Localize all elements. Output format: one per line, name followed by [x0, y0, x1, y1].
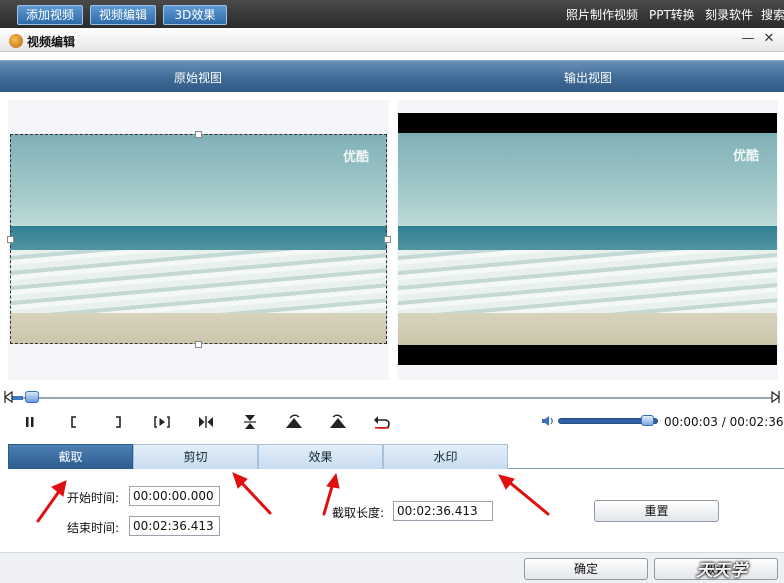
play-segment-button[interactable] — [150, 412, 174, 432]
crop-handle-top[interactable] — [195, 131, 202, 138]
original-video-frame[interactable]: 优酷 — [10, 134, 387, 344]
timeline-start-marker-icon[interactable] — [4, 391, 14, 403]
timeline-track[interactable] — [8, 396, 776, 400]
rotate-right-button[interactable] — [326, 412, 350, 432]
pause-icon — [26, 417, 34, 427]
volume-icon[interactable] — [541, 414, 555, 428]
play-segment-icon — [154, 416, 170, 428]
rotate-right-icon — [330, 414, 346, 428]
rotate-left-icon — [286, 414, 302, 428]
tab-trim[interactable]: 截取 — [8, 444, 133, 469]
undo-icon — [374, 416, 390, 429]
start-time-input[interactable]: 00:00:00.000 — [129, 486, 220, 506]
crop-handle-bottom[interactable] — [195, 341, 202, 348]
crop-handle-right[interactable] — [384, 236, 391, 243]
undo-button[interactable] — [370, 412, 394, 432]
youku-watermark: 优酷 — [733, 149, 760, 164]
output-video-frame: 优酷 — [398, 113, 777, 365]
dialog-title: 视频编辑 — [27, 35, 76, 49]
dialog-footer: 确定 取消 天天学 — [0, 552, 784, 583]
tab-effect[interactable]: 效果 — [258, 444, 383, 469]
split-button[interactable] — [194, 412, 218, 432]
site-watermark: 天天学 — [696, 561, 747, 581]
pause-button[interactable] — [18, 412, 42, 432]
output-view-label: 输出视图 — [564, 71, 613, 85]
3d-effect-button[interactable]: 3D效果 — [163, 5, 227, 25]
volume-knob[interactable] — [641, 415, 654, 426]
end-time-input[interactable]: 00:02:36.413 — [129, 516, 220, 536]
video-edit-button[interactable]: 视频编辑 — [90, 5, 156, 25]
video-edit-window: 添加视频 视频编辑 3D效果 照片制作视频 PPT转换 刻录软件 搜索 视频编辑… — [0, 0, 784, 583]
ok-button[interactable]: 确定 — [524, 558, 648, 580]
bracket-left-icon — [71, 416, 76, 428]
timeline-end-marker-icon[interactable] — [770, 391, 780, 403]
tab-watermark[interactable]: 水印 — [383, 444, 508, 469]
split-icon — [199, 416, 213, 428]
mark-in-button[interactable] — [62, 412, 86, 432]
timeline-playhead[interactable] — [25, 391, 40, 403]
flip-vertical-button[interactable] — [238, 412, 262, 432]
time-display: 00:00:03 / 00:02:36 — [664, 415, 784, 429]
trim-length-label: 截取长度: — [332, 506, 385, 520]
app-logo-icon — [9, 34, 23, 48]
crop-handle-left[interactable] — [7, 236, 14, 243]
mark-out-button[interactable] — [106, 412, 130, 432]
rotate-left-button[interactable] — [282, 412, 306, 432]
dialog-titlebar: 视频编辑 — ✕ — [0, 28, 784, 52]
start-time-label: 开始时间: — [67, 491, 120, 505]
ppt-convert-link[interactable]: PPT转换 — [649, 8, 695, 22]
minimize-button[interactable]: — — [741, 32, 755, 46]
search-link[interactable]: 搜索 — [761, 8, 784, 22]
edit-tabs: 截取 剪切 效果 水印 — [8, 444, 784, 469]
youku-watermark: 优酷 — [343, 150, 370, 165]
burn-software-link[interactable]: 刻录软件 — [705, 8, 753, 22]
bracket-right-icon — [116, 416, 121, 428]
add-video-button[interactable]: 添加视频 — [17, 5, 83, 25]
flip-vertical-icon — [244, 415, 256, 429]
view-header: 原始视图 输出视图 — [0, 60, 784, 92]
original-view-label: 原始视图 — [174, 71, 223, 85]
trim-length-input[interactable]: 00:02:36.413 — [393, 501, 493, 521]
close-button[interactable]: ✕ — [762, 32, 776, 46]
photo-to-video-link[interactable]: 照片制作视频 — [566, 8, 638, 22]
tab-cut[interactable]: 剪切 — [133, 444, 258, 469]
reset-button[interactable]: 重置 — [594, 500, 719, 522]
main-toolbar: 添加视频 视频编辑 3D效果 照片制作视频 PPT转换 刻录软件 搜索 — [0, 0, 784, 28]
end-time-label: 结束时间: — [67, 521, 120, 535]
